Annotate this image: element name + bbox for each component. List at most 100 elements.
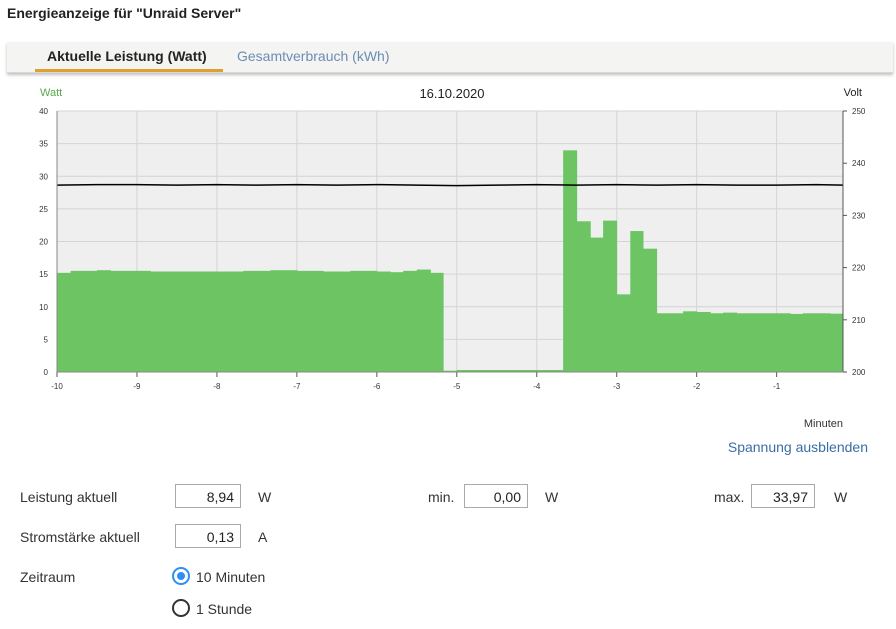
power-bar xyxy=(563,150,578,372)
power-bar xyxy=(270,270,284,372)
power-bar xyxy=(403,270,418,372)
power-bar xyxy=(230,271,244,372)
power-bar xyxy=(350,270,364,372)
current-amperage-value: 0,13 xyxy=(175,524,241,548)
power-bar xyxy=(696,311,711,372)
y2-tick-label: 240 xyxy=(852,159,866,168)
y-tick-label: 35 xyxy=(39,140,48,149)
x-tick-label: -4 xyxy=(533,382,541,391)
power-bar xyxy=(683,311,698,372)
tab-total-consumption[interactable]: Gesamtverbrauch (kWh) xyxy=(237,48,389,64)
power-current-label: Leistung aktuell xyxy=(20,489,118,505)
power-bar xyxy=(310,270,324,372)
power-bar xyxy=(323,271,338,372)
min-unit: W xyxy=(545,489,559,505)
power-bar xyxy=(83,270,98,372)
power-bar xyxy=(616,294,631,372)
current-amperage-label: Stromstärke aktuell xyxy=(20,529,140,545)
y2-tick-label: 210 xyxy=(852,316,866,325)
power-bar xyxy=(750,313,764,372)
y2-tick-label: 230 xyxy=(852,211,866,220)
power-bar xyxy=(70,270,84,372)
power-bar xyxy=(416,269,431,372)
y-tick-label: 25 xyxy=(39,205,48,214)
radio-1-hour-label[interactable]: 1 Stunde xyxy=(196,601,252,617)
y2-axis-label: Volt xyxy=(844,87,862,99)
toggle-voltage-link[interactable]: Spannung ausblenden xyxy=(728,439,868,455)
min-label: min. xyxy=(428,489,455,505)
y-tick-label: 10 xyxy=(39,303,48,312)
power-bar xyxy=(336,271,351,372)
x-tick-label: -5 xyxy=(453,382,461,391)
x-axis-label: Minuten xyxy=(804,418,843,430)
power-chart: Watt 16.10.2020 Volt Minuten 0 5 10 15 20 25 3… xyxy=(0,82,896,432)
power-bar xyxy=(203,271,218,372)
y-tick-label: 0 xyxy=(44,368,49,377)
power-current-unit: W xyxy=(258,489,272,505)
power-bar xyxy=(830,313,844,372)
power-bar xyxy=(363,270,378,372)
x-tick-label: -7 xyxy=(293,382,301,391)
min-value: 0,00 xyxy=(464,484,528,508)
tab-bar: Aktuelle Leistung (Watt) Gesamtverbrauch… xyxy=(7,42,893,73)
radio-10-minutes[interactable] xyxy=(172,567,190,585)
x-tick-label: -8 xyxy=(213,382,221,391)
x-tick-label: -1 xyxy=(773,382,781,391)
y2-tick-label: 220 xyxy=(852,264,866,273)
y-tick-label: 30 xyxy=(39,172,48,181)
power-bar xyxy=(110,270,124,372)
radio-1-hour[interactable] xyxy=(172,599,190,617)
power-bar xyxy=(283,270,298,372)
power-bar xyxy=(790,313,804,372)
x-tick-label: -3 xyxy=(613,382,621,391)
active-tab-indicator xyxy=(35,69,223,72)
power-bar xyxy=(736,313,751,372)
y-tick-label: 20 xyxy=(39,238,48,247)
power-bar xyxy=(163,271,178,372)
x-tick-label: -9 xyxy=(133,382,141,391)
power-bar xyxy=(776,313,791,372)
tab-current-power[interactable]: Aktuelle Leistung (Watt) xyxy=(47,48,207,64)
current-amperage-unit: A xyxy=(258,529,268,545)
x-tick-label: -2 xyxy=(693,382,701,391)
power-bar xyxy=(670,313,684,372)
radio-10-minutes-label[interactable]: 10 Minuten xyxy=(196,569,265,585)
x-tick-label: -6 xyxy=(373,382,381,391)
power-bar xyxy=(176,271,191,372)
chart-title: 16.10.2020 xyxy=(419,86,484,101)
power-bar xyxy=(123,270,138,372)
power-bar xyxy=(376,271,391,372)
power-bar xyxy=(576,221,591,372)
power-bar xyxy=(243,270,258,372)
y-axis-label: Watt xyxy=(40,87,62,99)
power-bar xyxy=(296,270,311,372)
power-bar xyxy=(656,313,671,372)
y-tick-label: 15 xyxy=(39,270,48,279)
page-title: Energieanzeige für "Unraid Server" xyxy=(7,5,242,21)
power-bar xyxy=(190,271,204,372)
power-bar xyxy=(256,270,271,372)
power-bar xyxy=(603,220,618,372)
power-bar xyxy=(630,231,644,372)
power-bar xyxy=(803,313,818,372)
max-unit: W xyxy=(834,489,848,505)
y2-tick-label: 200 xyxy=(852,368,866,377)
power-bar xyxy=(723,312,738,372)
x-tick-label: -10 xyxy=(51,382,63,391)
power-bar xyxy=(816,313,831,372)
power-bar xyxy=(710,313,724,372)
y-tick-label: 5 xyxy=(44,335,49,344)
power-bar xyxy=(96,270,111,372)
y-tick-label: 40 xyxy=(39,107,48,116)
power-bar xyxy=(643,248,658,372)
max-value: 33,97 xyxy=(751,484,815,508)
power-bar xyxy=(216,271,231,372)
max-label: max. xyxy=(714,489,745,505)
power-current-value: 8,94 xyxy=(175,484,241,508)
power-bar xyxy=(390,272,404,372)
power-bar xyxy=(136,270,151,372)
timerange-label: Zeitraum xyxy=(20,569,76,585)
power-bar xyxy=(57,272,71,372)
power-bar xyxy=(430,272,444,372)
power-bar xyxy=(763,313,778,372)
